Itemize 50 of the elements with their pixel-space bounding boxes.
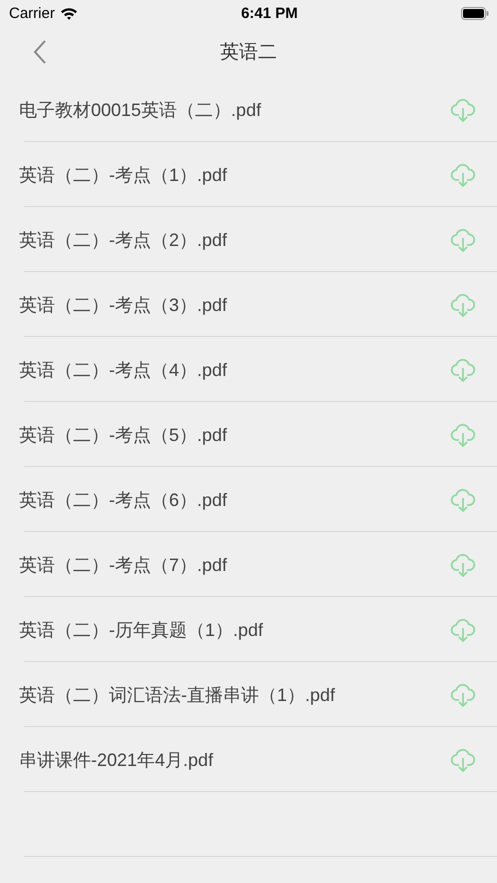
download-button[interactable] xyxy=(449,486,477,512)
file-row[interactable]: 英语（二）-考点（4）.pdf xyxy=(0,337,497,402)
file-name: 英语（二）-考点（7）.pdf xyxy=(19,554,228,576)
file-row[interactable]: 英语（二）-考点（6）.pdf xyxy=(0,467,497,532)
cloud-download-icon xyxy=(450,422,476,446)
cloud-download-icon xyxy=(450,162,476,186)
cloud-download-icon xyxy=(450,748,476,772)
download-button[interactable] xyxy=(449,226,477,252)
file-row[interactable]: 英语（二）-历年真题（1）.pdf xyxy=(0,597,497,662)
file-row[interactable]: 英语（二）-考点（7）.pdf xyxy=(0,532,497,597)
download-button[interactable] xyxy=(449,422,477,448)
cloud-download-icon xyxy=(450,98,476,122)
file-name: 英语（二）-考点（6）.pdf xyxy=(19,488,228,512)
page-title: 英语二 xyxy=(220,40,277,64)
file-name: 电子教材00015英语（二）.pdf xyxy=(19,98,262,122)
file-row[interactable]: 英语（二）-考点（5）.pdf xyxy=(0,402,497,467)
file-row[interactable]: 英语（二）-考点（2）.pdf xyxy=(0,207,497,272)
wifi-icon xyxy=(60,6,78,20)
file-row[interactable]: 英语（二）词汇语法-直播串讲（1）.pdf xyxy=(0,662,497,727)
cloud-download-icon xyxy=(450,552,476,576)
download-button[interactable] xyxy=(449,746,477,772)
back-chevron-icon xyxy=(33,40,47,64)
file-name: 英语（二）词汇语法-直播串讲（1）.pdf xyxy=(19,684,336,706)
cloud-download-icon xyxy=(450,228,476,252)
download-button[interactable] xyxy=(449,292,477,318)
cloud-download-icon xyxy=(450,488,476,512)
download-button[interactable] xyxy=(449,682,477,708)
file-row[interactable]: 电子教材00015英语（二）.pdf xyxy=(0,77,497,142)
download-button[interactable] xyxy=(449,552,477,578)
file-row[interactable]: 英语（二）-考点（3）.pdf xyxy=(0,272,497,337)
cloud-download-icon xyxy=(450,358,476,382)
download-button[interactable] xyxy=(449,616,477,642)
download-button[interactable] xyxy=(449,96,477,122)
cloud-download-icon xyxy=(450,618,476,642)
file-name: 英语（二）-考点（3）.pdf xyxy=(19,294,228,316)
file-name: 串讲课件-2021年4月.pdf xyxy=(19,748,214,772)
clock-time: 6:41 PM xyxy=(241,4,298,22)
file-row[interactable]: 串讲课件-2021年4月.pdf xyxy=(0,727,497,792)
file-name: 英语（二）-考点（1）.pdf xyxy=(19,164,228,186)
cloud-download-icon xyxy=(450,682,476,706)
cloud-download-icon xyxy=(450,292,476,316)
carrier-label: Carrier xyxy=(9,4,55,22)
file-row[interactable]: 英语（二）-考点（1）.pdf xyxy=(0,142,497,207)
download-button[interactable] xyxy=(449,356,477,382)
file-name: 英语（二）-考点（4）.pdf xyxy=(19,358,228,382)
file-name: 英语（二）-历年真题（1）.pdf xyxy=(19,618,264,642)
download-button[interactable] xyxy=(449,162,477,188)
file-name: 英语（二）-考点（2）.pdf xyxy=(19,228,228,252)
battery-icon xyxy=(460,6,489,20)
file-name: 英语（二）-考点（5）.pdf xyxy=(19,424,228,446)
